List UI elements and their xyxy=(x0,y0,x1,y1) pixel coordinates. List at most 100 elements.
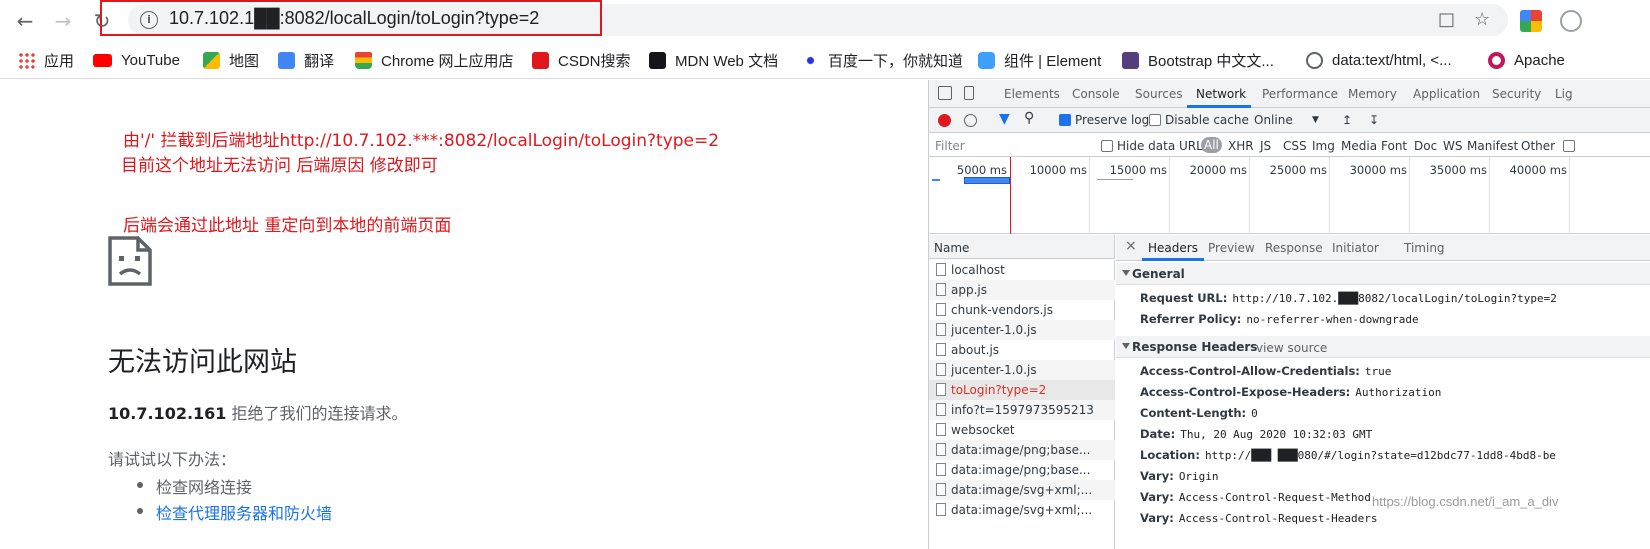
filter-css[interactable]: CSS xyxy=(1283,139,1307,153)
profile-icon[interactable] xyxy=(1560,10,1582,32)
tab-performance[interactable]: Performance xyxy=(1262,87,1338,101)
tab-memory[interactable]: Memory xyxy=(1348,87,1397,101)
request-row[interactable]: toLogin?type=2 xyxy=(929,380,1115,400)
hide-data-urls-checkbox[interactable]: Hide data URLs xyxy=(1101,139,1209,153)
timeline-gridline xyxy=(1409,157,1410,234)
request-row[interactable]: data:image/png;base... xyxy=(929,460,1115,480)
filter-media[interactable]: Media xyxy=(1341,139,1377,153)
request-row[interactable]: websocket xyxy=(929,420,1115,440)
file-icon xyxy=(936,383,946,396)
bookmark-mdn[interactable]: MDN Web 文档 xyxy=(649,50,778,70)
filter-img[interactable]: Img xyxy=(1312,139,1335,153)
blocked-requests-checkbox[interactable] xyxy=(1563,139,1579,153)
detail-tab-timing[interactable]: Timing xyxy=(1404,241,1445,255)
back-arrow-icon[interactable]: ← xyxy=(12,8,38,34)
request-row[interactable]: data:image/svg+xml;... xyxy=(929,500,1115,520)
detail-tab-response[interactable]: Response xyxy=(1265,241,1323,255)
filter-font[interactable]: Font xyxy=(1381,139,1407,153)
disable-cache-checkbox[interactable]: Disable cache xyxy=(1149,113,1249,127)
devtools-tabbar: Elements Console Sources Network Perform… xyxy=(929,80,1650,108)
detail-tab-headers[interactable]: Headers xyxy=(1148,241,1198,255)
timeline-load-marker xyxy=(1010,157,1011,234)
request-row[interactable]: about.js xyxy=(929,340,1115,360)
filter-manifest[interactable]: Manifest xyxy=(1467,139,1518,153)
request-row[interactable]: data:image/svg+xml;... xyxy=(929,480,1115,500)
clear-icon[interactable] xyxy=(964,114,977,127)
bookmark-translate[interactable]: 翻译 xyxy=(278,50,334,70)
header-row: Vary: Origin xyxy=(1140,469,1219,483)
error-title: 无法访问此网站 xyxy=(108,347,297,378)
bookmark-baidu[interactable]: 百度一下，你就知道 xyxy=(802,50,963,70)
export-har-icon[interactable]: ↧ xyxy=(1369,113,1379,127)
forward-arrow-icon[interactable]: → xyxy=(50,8,76,34)
maps-icon xyxy=(203,51,220,69)
search-icon[interactable]: ⚲ xyxy=(1024,110,1034,126)
detail-tab-initiator[interactable]: Initiator xyxy=(1332,241,1379,255)
cast-icon[interactable]: □ xyxy=(1438,9,1455,30)
import-har-icon[interactable]: ↥ xyxy=(1342,113,1352,127)
bookmark-bootstrap[interactable]: Bootstrap 中文文... xyxy=(1122,50,1274,70)
bookmark-youtube[interactable]: YouTube xyxy=(93,50,180,70)
youtube-icon xyxy=(93,53,112,67)
chevron-down-icon[interactable]: ▼ xyxy=(1312,115,1319,125)
throttle-select[interactable]: Online xyxy=(1254,113,1293,127)
filter-funnel-icon[interactable]: ▼ xyxy=(999,111,1010,127)
close-detail-icon[interactable]: × xyxy=(1125,238,1137,254)
tab-application[interactable]: Application xyxy=(1413,87,1480,101)
preserve-log-checkbox[interactable]: Preserve log xyxy=(1059,113,1149,127)
filter-js[interactable]: JS xyxy=(1260,139,1271,153)
suggestion-check-proxy-link[interactable]: 检查代理服务器和防火墙 xyxy=(136,500,332,526)
tab-sources[interactable]: Sources xyxy=(1135,87,1182,101)
filter-other[interactable]: Other xyxy=(1521,139,1555,153)
tab-console[interactable]: Console xyxy=(1072,87,1120,101)
inspect-element-icon[interactable] xyxy=(938,86,952,100)
extension-icon[interactable] xyxy=(1520,10,1542,32)
request-row[interactable]: chunk-vendors.js xyxy=(929,300,1115,320)
checkbox-checked-icon xyxy=(1059,114,1071,126)
detail-tab-preview[interactable]: Preview xyxy=(1208,241,1255,255)
bookmark-chrome-store[interactable]: Chrome 网上应用店 xyxy=(355,50,514,70)
bookmark-csdn[interactable]: CSDN搜索 xyxy=(532,50,631,70)
active-detail-tab-underline xyxy=(1142,258,1204,261)
request-row[interactable]: jucenter-1.0.js xyxy=(929,320,1115,340)
name-column-header[interactable]: Name xyxy=(929,235,1115,259)
general-section-header[interactable]: General xyxy=(1116,263,1650,285)
filter-input[interactable]: Filter xyxy=(935,139,965,153)
header-key: Content-Length: xyxy=(1140,406,1247,420)
bookmark-apache[interactable]: Apache xyxy=(1488,50,1565,70)
baidu-icon xyxy=(802,51,819,69)
view-source-link[interactable]: view source xyxy=(1256,341,1327,355)
request-row[interactable]: app.js xyxy=(929,280,1115,300)
devtools-panel: Elements Console Sources Network Perform… xyxy=(928,80,1650,549)
header-row: Vary: Access-Control-Request-Headers xyxy=(1140,511,1378,525)
header-value: Access-Control-Request-Headers xyxy=(1178,512,1378,525)
tab-lighthouse[interactable]: Lig xyxy=(1555,87,1573,101)
device-toolbar-icon[interactable] xyxy=(964,86,974,100)
request-row[interactable]: info?t=1597973595213 xyxy=(929,400,1115,420)
filter-doc[interactable]: Doc xyxy=(1414,139,1437,153)
filter-xhr[interactable]: XHR xyxy=(1228,139,1254,153)
record-icon[interactable] xyxy=(938,114,951,127)
header-value: 0 xyxy=(1251,407,1258,420)
bookmark-maps[interactable]: 地图 xyxy=(203,50,259,70)
star-icon[interactable]: ☆ xyxy=(1474,9,1490,30)
header-value: no-referrer-when-downgrade xyxy=(1246,313,1419,326)
tab-elements[interactable]: Elements xyxy=(1004,87,1060,101)
request-row[interactable]: jucenter-1.0.js xyxy=(929,360,1115,380)
request-row[interactable]: data:image/png;base... xyxy=(929,440,1115,460)
bookmark-element[interactable]: 组件 | Element xyxy=(978,50,1101,70)
bookmark-data-text[interactable]: data:text/html, <... xyxy=(1306,50,1452,70)
bookmark-label: 地图 xyxy=(229,52,260,70)
timeline-overview[interactable]: 5000 ms 10000 ms 15000 ms 20000 ms 25000… xyxy=(929,157,1650,234)
filter-all[interactable]: All xyxy=(1201,137,1222,153)
element-icon xyxy=(978,51,995,69)
bookmark-apps[interactable]: 应用 xyxy=(18,50,74,70)
request-row[interactable]: localhost xyxy=(929,260,1115,280)
name-header-label: Name xyxy=(934,241,970,255)
filter-ws[interactable]: WS xyxy=(1443,139,1462,153)
try-label: 请试试以下办法： xyxy=(108,450,237,469)
response-headers-section-header[interactable]: Response Headers view source xyxy=(1116,336,1650,358)
tab-network[interactable]: Network xyxy=(1196,87,1246,101)
tab-security[interactable]: Security xyxy=(1492,87,1541,101)
annotation-line-3: 后端会通过此地址 重定向到本地的前端页面 xyxy=(123,216,452,236)
